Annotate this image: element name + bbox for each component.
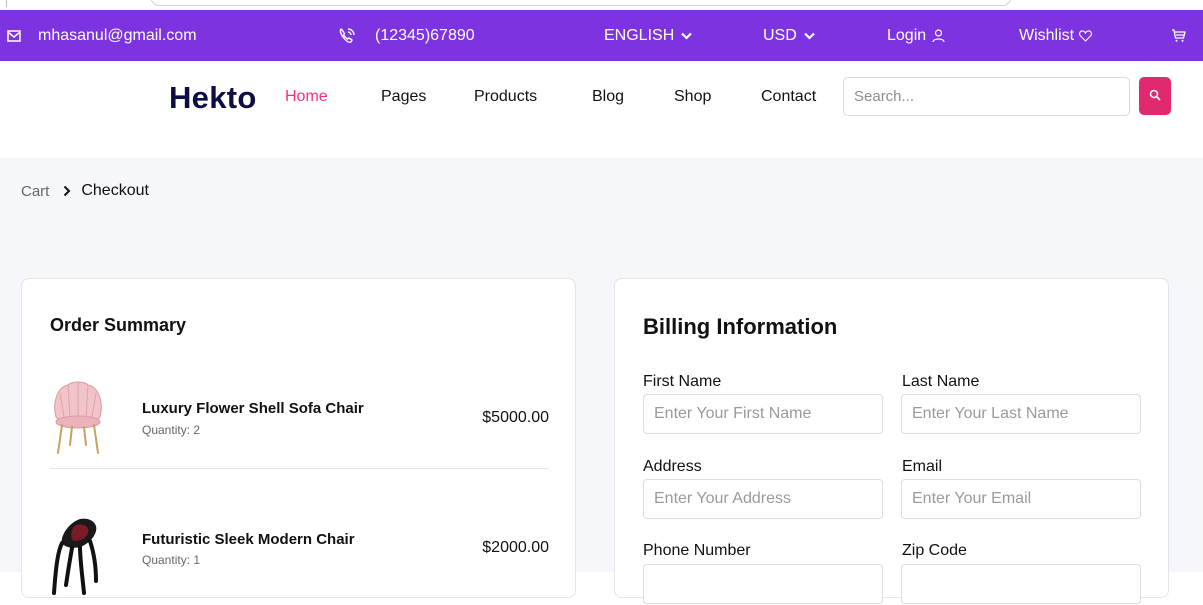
zip-code-label: Zip Code xyxy=(902,542,967,559)
address-field[interactable] xyxy=(643,479,883,519)
cart-button[interactable] xyxy=(1171,10,1186,61)
language-label: ENGLISH xyxy=(604,26,675,44)
login-link[interactable]: Login xyxy=(887,10,945,61)
email-text: mhasanul@gmail.com xyxy=(38,26,197,44)
language-dropdown[interactable]: ENGLISH xyxy=(604,10,693,61)
wishlist-label: Wishlist xyxy=(1019,26,1075,44)
address-label: Address xyxy=(643,458,702,475)
phone-call-icon xyxy=(337,26,357,46)
first-name-field[interactable] xyxy=(643,394,883,434)
mail-icon xyxy=(7,29,21,43)
breadcrumb-cart-link[interactable]: Cart xyxy=(21,183,49,200)
browser-chrome-strip xyxy=(0,0,1203,10)
product-name[interactable]: Futuristic Sleek Modern Chair xyxy=(142,531,355,548)
nav-link-home[interactable]: Home xyxy=(285,88,328,106)
chevron-right-icon xyxy=(63,185,71,197)
phone-number-label: Phone Number xyxy=(643,542,751,559)
breadcrumb: Cart Checkout xyxy=(21,182,149,200)
top-info-bar: mhasanul@gmail.com (12345)67890 ENGLISH … xyxy=(0,10,1203,61)
nav-link-pages[interactable]: Pages xyxy=(381,88,426,106)
email-field[interactable] xyxy=(901,479,1141,519)
browser-edge-mark xyxy=(6,0,7,7)
brand-logo[interactable]: Hekto xyxy=(169,80,257,116)
login-label: Login xyxy=(887,26,927,44)
currency-label: USD xyxy=(763,26,797,44)
last-name-field[interactable] xyxy=(901,394,1141,434)
nav-link-shop[interactable]: Shop xyxy=(674,88,711,106)
search-input[interactable] xyxy=(843,77,1130,116)
chevron-down-icon xyxy=(681,32,693,40)
phone-number-field[interactable] xyxy=(643,564,883,604)
zip-code-field[interactable] xyxy=(901,564,1141,604)
nav-link-products[interactable]: Products xyxy=(474,88,537,106)
email-label: Email xyxy=(902,458,943,475)
order-item: Futuristic Sleek Modern Chair Quantity: … xyxy=(50,515,549,605)
search-icon xyxy=(1149,89,1161,104)
last-name-label: Last Name xyxy=(902,373,980,390)
order-item: Luxury Flower Shell Sofa Chair Quantity:… xyxy=(50,379,549,469)
product-quantity: Quantity: 2 xyxy=(142,423,201,437)
browser-address-bar[interactable] xyxy=(150,0,1012,6)
cart-icon xyxy=(1171,28,1186,43)
product-image-pink-shell-chair xyxy=(50,379,106,459)
checkout-page: Cart Checkout Order Summary Luxury Flowe… xyxy=(0,158,1203,604)
nav-link-contact[interactable]: Contact xyxy=(761,88,816,106)
billing-information-card: Billing Information First Name Last Name… xyxy=(614,278,1169,604)
product-image-black-red-modern-chair xyxy=(50,515,106,595)
breadcrumb-current: Checkout xyxy=(81,182,149,199)
order-summary-card: Order Summary Luxury Flower Shell Sofa C… xyxy=(21,278,576,598)
phone-text: (12345)67890 xyxy=(375,26,475,44)
heart-icon xyxy=(1079,29,1093,42)
email-contact[interactable]: mhasanul@gmail.com xyxy=(7,10,197,61)
first-name-label: First Name xyxy=(643,373,722,390)
phone-contact[interactable]: (12345)67890 xyxy=(337,10,475,61)
search-button[interactable] xyxy=(1139,77,1171,115)
product-price: $5000.00 xyxy=(482,409,549,426)
billing-title: Billing Information xyxy=(643,314,838,339)
user-icon xyxy=(932,28,945,43)
chevron-down-icon xyxy=(804,32,815,40)
product-name[interactable]: Luxury Flower Shell Sofa Chair xyxy=(142,400,364,417)
item-divider xyxy=(50,468,549,469)
nav-link-blog[interactable]: Blog xyxy=(592,88,624,106)
product-price: $2000.00 xyxy=(482,539,549,556)
product-quantity: Quantity: 1 xyxy=(142,553,201,567)
order-summary-title: Order Summary xyxy=(50,315,187,335)
wishlist-link[interactable]: Wishlist xyxy=(1019,10,1093,61)
main-navbar: Hekto Home Pages Products Blog Shop Cont… xyxy=(0,61,1203,158)
currency-dropdown[interactable]: USD xyxy=(763,10,815,61)
